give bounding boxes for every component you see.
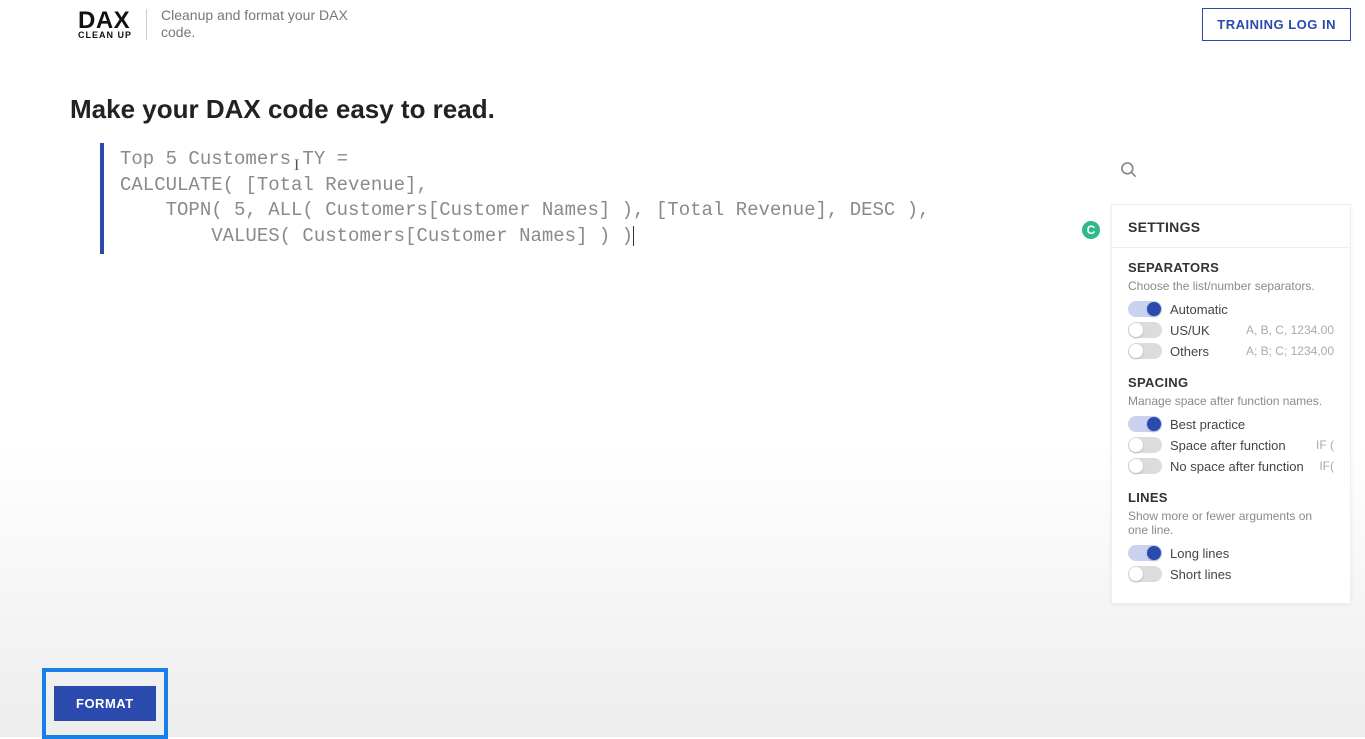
option-long-lines-label: Long lines <box>1170 546 1334 561</box>
spacing-title: SPACING <box>1128 375 1334 390</box>
format-button-highlight: FORMAT <box>42 668 168 739</box>
separators-desc: Choose the list/number separators. <box>1128 279 1334 293</box>
code-line-2: CALCULATE( [Total Revenue], <box>120 173 1020 199</box>
option-no-space-hint: IF( <box>1319 459 1334 473</box>
training-login-button[interactable]: TRAINING LOG IN <box>1202 8 1351 41</box>
toggle-usuk[interactable] <box>1128 322 1162 338</box>
header: DAX CLEAN UP Cleanup and format your DAX… <box>0 0 1365 48</box>
option-space-after-label: Space after function <box>1170 438 1308 453</box>
option-automatic-label: Automatic <box>1170 302 1334 317</box>
toggle-no-space[interactable] <box>1128 458 1162 474</box>
toggle-others[interactable] <box>1128 343 1162 359</box>
text-cursor-icon: I <box>294 157 299 175</box>
lines-title: LINES <box>1128 490 1334 505</box>
option-best-label: Best practice <box>1170 417 1334 432</box>
option-usuk-hint: A, B, C, 1234.00 <box>1246 323 1334 337</box>
code-line-1: Top 5 Customers TY = <box>120 147 1020 173</box>
separators-title: SEPARATORS <box>1128 260 1334 275</box>
toggle-long-lines[interactable] <box>1128 545 1162 561</box>
logo-sub: CLEAN UP <box>78 31 132 40</box>
logo-main: DAX <box>78 9 132 33</box>
toggle-automatic[interactable] <box>1128 301 1162 317</box>
settings-panel: SETTINGS SEPARATORS Choose the list/numb… <box>1111 204 1351 604</box>
option-short-lines-label: Short lines <box>1170 567 1334 582</box>
settings-title: SETTINGS <box>1112 205 1350 248</box>
caret-icon <box>633 226 634 246</box>
lines-desc: Show more or fewer arguments on one line… <box>1128 509 1334 537</box>
toggle-best-practice[interactable] <box>1128 416 1162 432</box>
search-icon[interactable] <box>1119 160 1139 185</box>
tagline: Cleanup and format your DAX code. <box>147 7 357 42</box>
format-button[interactable]: FORMAT <box>54 686 156 721</box>
option-others-hint: A; B; C; 1234,00 <box>1246 344 1334 358</box>
page-title: Make your DAX code easy to read. <box>70 94 1365 125</box>
option-space-after-hint: IF ( <box>1316 438 1334 452</box>
option-others-label: Others <box>1170 344 1238 359</box>
status-ok-icon: C <box>1082 221 1100 239</box>
option-usuk-label: US/UK <box>1170 323 1238 338</box>
code-line-3: TOPN( 5, ALL( Customers[Customer Names] … <box>120 198 1020 224</box>
option-no-space-label: No space after function <box>1170 459 1311 474</box>
toggle-short-lines[interactable] <box>1128 566 1162 582</box>
code-editor[interactable]: I Top 5 Customers TY = CALCULATE( [Total… <box>100 143 1020 254</box>
code-line-4: VALUES( Customers[Customer Names] ) ) <box>120 224 1020 250</box>
logo[interactable]: DAX CLEAN UP <box>78 9 147 40</box>
toggle-space-after[interactable] <box>1128 437 1162 453</box>
spacing-desc: Manage space after function names. <box>1128 394 1334 408</box>
